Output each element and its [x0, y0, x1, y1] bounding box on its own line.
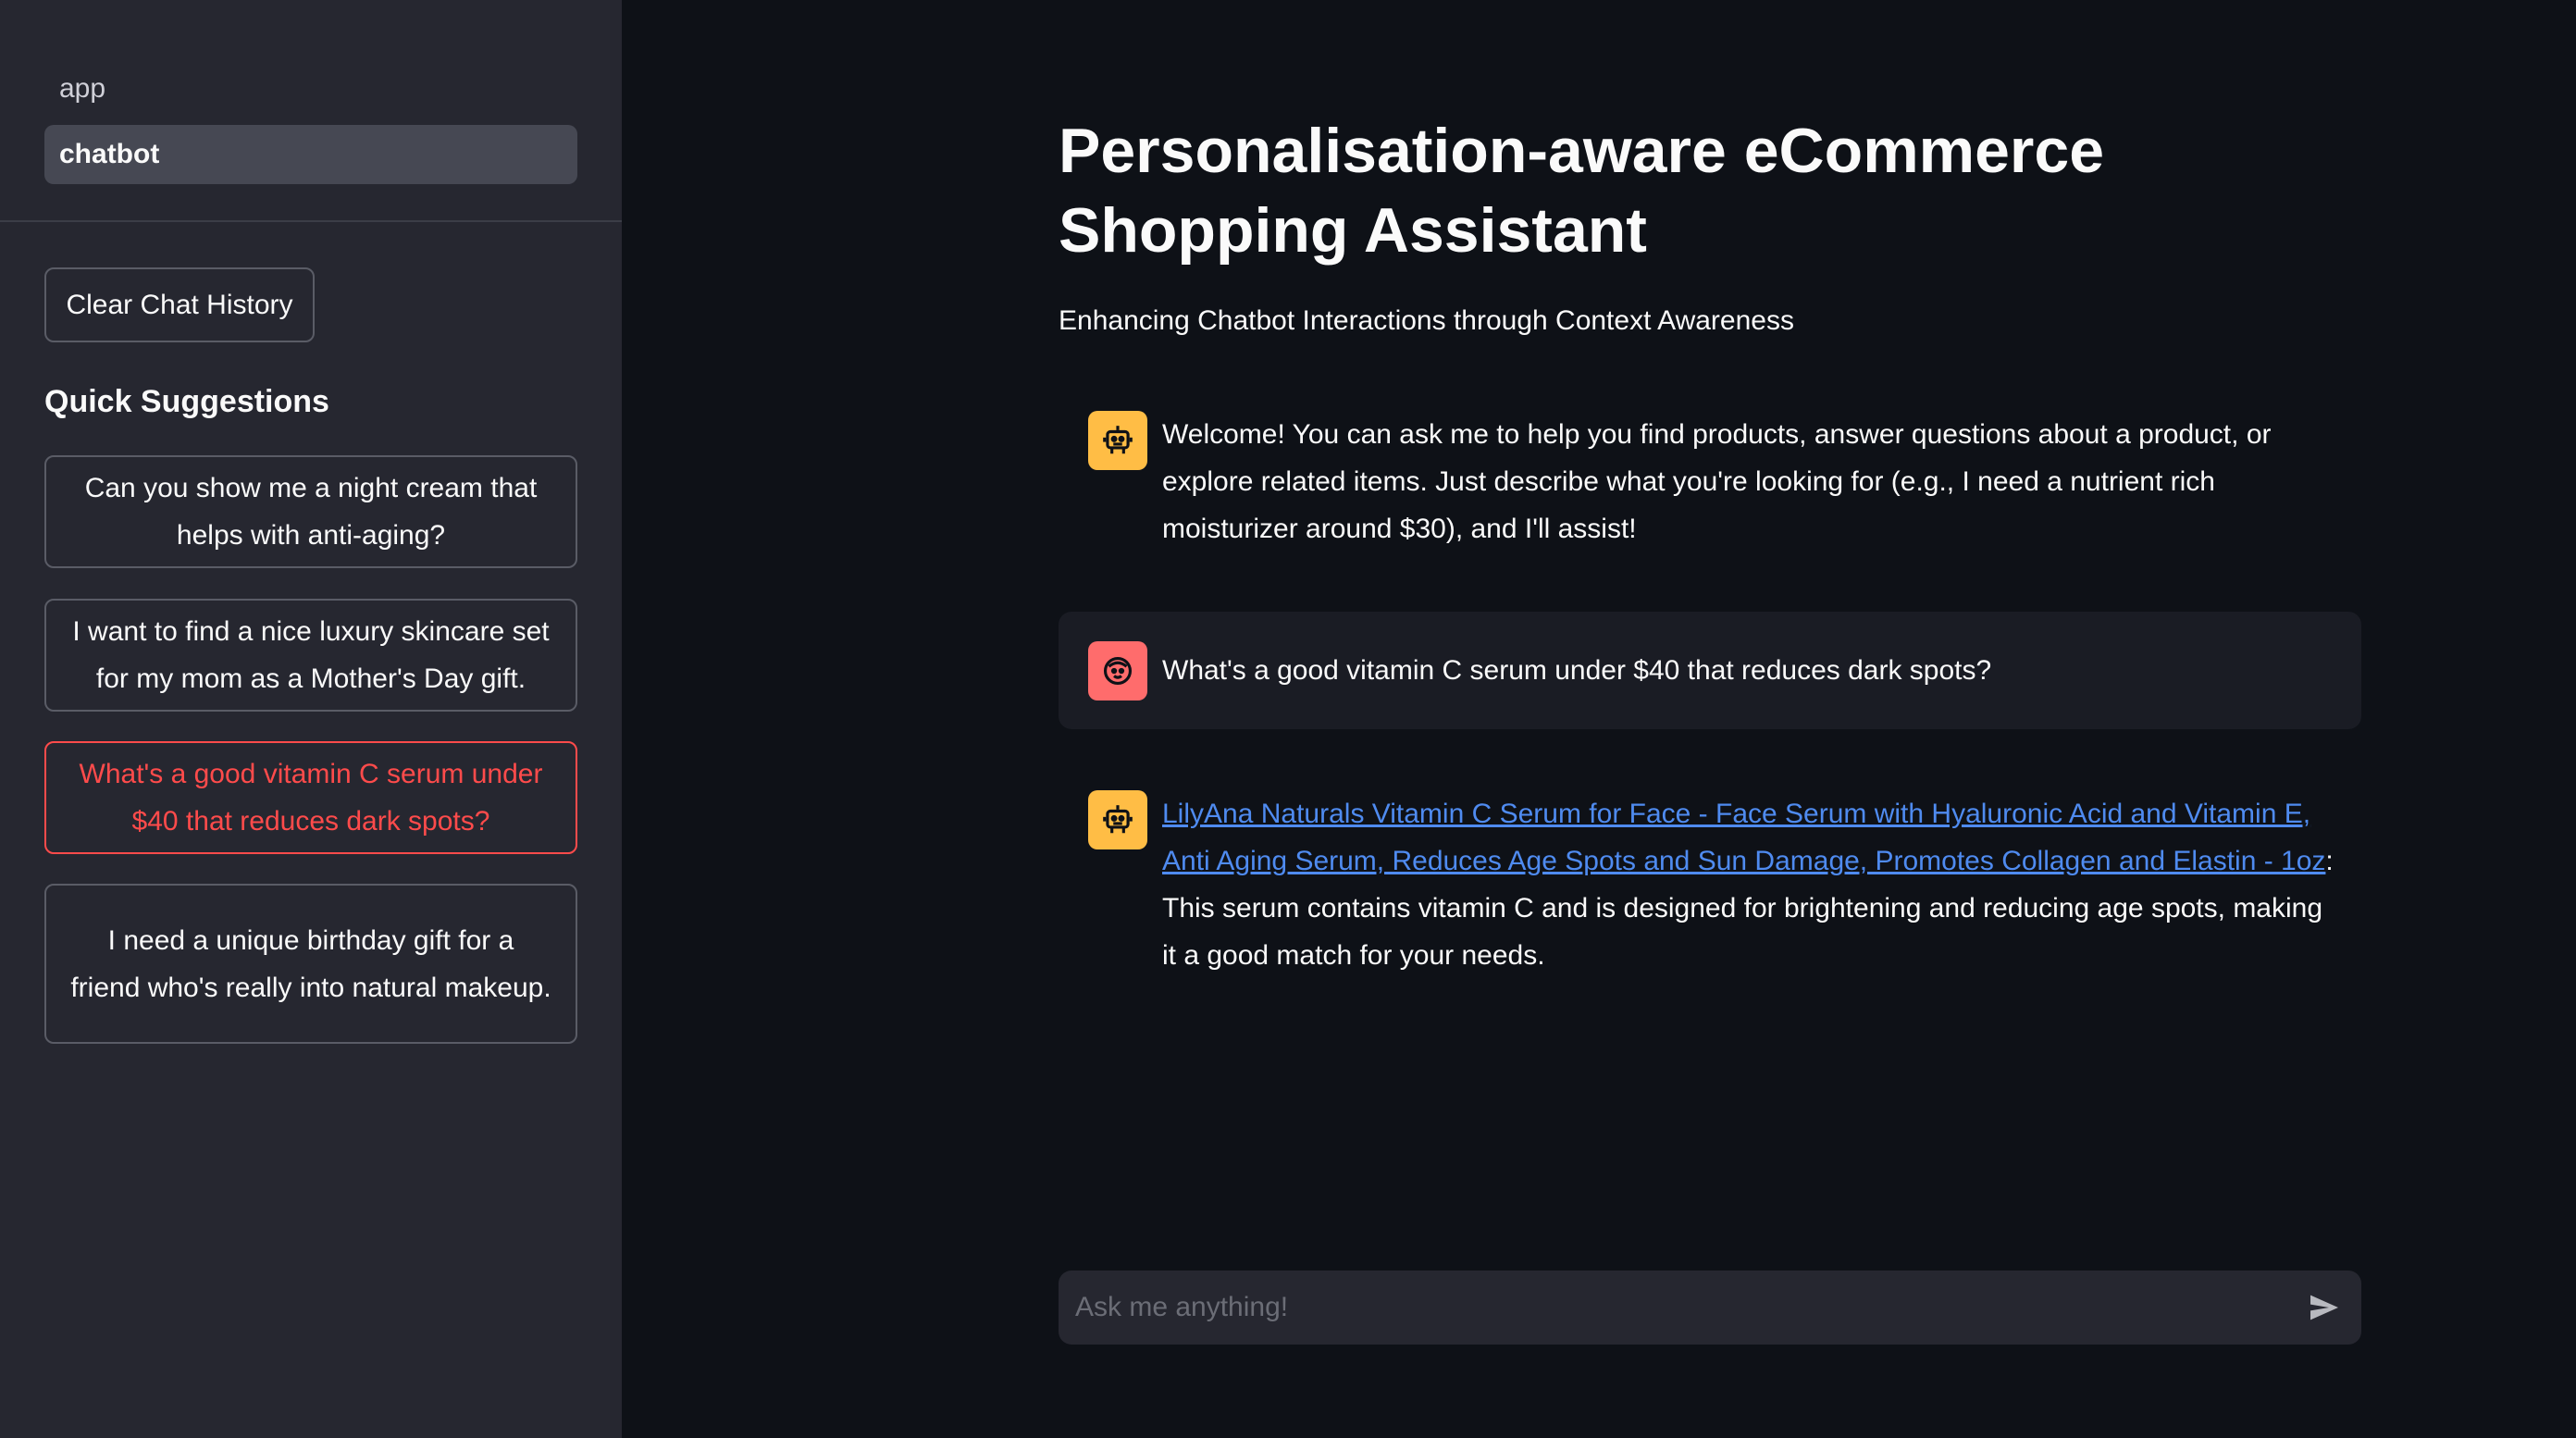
suggestion-button-birthday-gift[interactable]: I need a unique birthday gift for a frie…: [44, 884, 577, 1044]
face-icon: [1088, 641, 1147, 700]
clear-chat-history-button[interactable]: Clear Chat History: [44, 267, 315, 342]
chat-message-assistant: Welcome! You can ask me to help you find…: [1059, 389, 2361, 555]
message-text: LilyAna Naturals Vitamin C Serum for Fac…: [1162, 790, 2339, 979]
page-subtitle: Enhancing Chatbot Interactions through C…: [1059, 305, 1794, 336]
suggestion-button-vitamin-c-serum[interactable]: What's a good vitamin C serum under $40 …: [44, 741, 577, 854]
chat-message-assistant: LilyAna Naturals Vitamin C Serum for Fac…: [1059, 768, 2361, 981]
send-icon[interactable]: [2304, 1287, 2345, 1328]
nav-item-app[interactable]: app: [44, 59, 577, 118]
suggestion-button-night-cream[interactable]: Can you show me a night cream that helps…: [44, 455, 577, 568]
chat-message-user: What's a good vitamin C serum under $40 …: [1059, 612, 2361, 729]
sidebar: app chatbot Clear Chat History Quick Sug…: [0, 0, 622, 1438]
sidebar-divider: [0, 220, 622, 222]
nav-item-chatbot[interactable]: chatbot: [44, 125, 577, 184]
suggestion-button-skincare-set[interactable]: I want to find a nice luxury skincare se…: [44, 599, 577, 712]
product-link[interactable]: LilyAna Naturals Vitamin C Serum for Fac…: [1162, 799, 2325, 876]
message-text: Welcome! You can ask me to help you find…: [1162, 419, 2272, 544]
chat-input[interactable]: [1059, 1271, 2280, 1345]
message-text: What's a good vitamin C serum under $40 …: [1162, 655, 1992, 686]
robot-icon: [1088, 790, 1147, 849]
page-title: Personalisation-aware eCommerce Shopping…: [1059, 116, 2105, 266]
robot-icon: [1088, 411, 1147, 470]
chat-input-container: [1059, 1271, 2361, 1345]
quick-suggestions-heading: Quick Suggestions: [44, 384, 329, 419]
